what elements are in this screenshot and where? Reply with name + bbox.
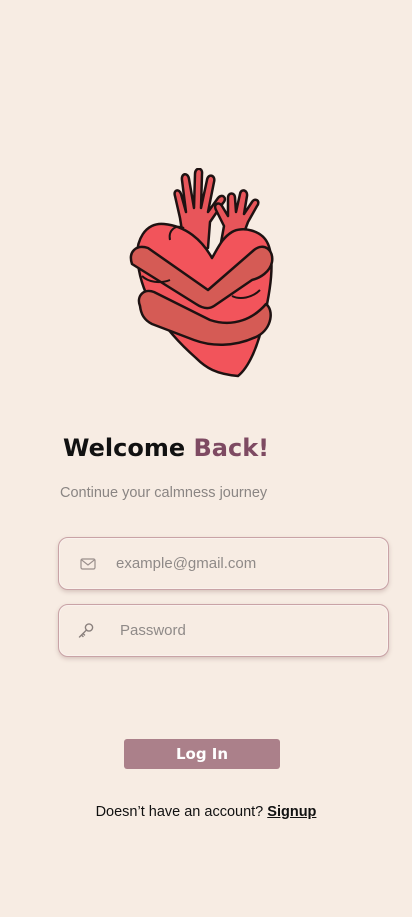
title-accent: Back! xyxy=(193,434,270,462)
signup-prompt-row: Doesn’t have an account? Signup xyxy=(0,804,412,820)
email-input[interactable] xyxy=(116,538,376,589)
signup-prompt-text: Doesn’t have an account? xyxy=(95,804,264,820)
password-field[interactable] xyxy=(58,604,389,657)
login-button[interactable]: Log In xyxy=(124,739,280,769)
password-input[interactable] xyxy=(120,605,376,656)
mail-icon xyxy=(80,557,96,570)
title-prefix: Welcome xyxy=(63,434,186,462)
signup-link[interactable]: Signup xyxy=(267,804,316,820)
subtitle: Continue your calmness journey xyxy=(60,485,268,501)
email-field[interactable] xyxy=(58,537,389,590)
heart-hug-illustration xyxy=(129,168,274,378)
key-icon xyxy=(78,622,94,638)
page-title: Welcome Back! xyxy=(63,434,269,462)
